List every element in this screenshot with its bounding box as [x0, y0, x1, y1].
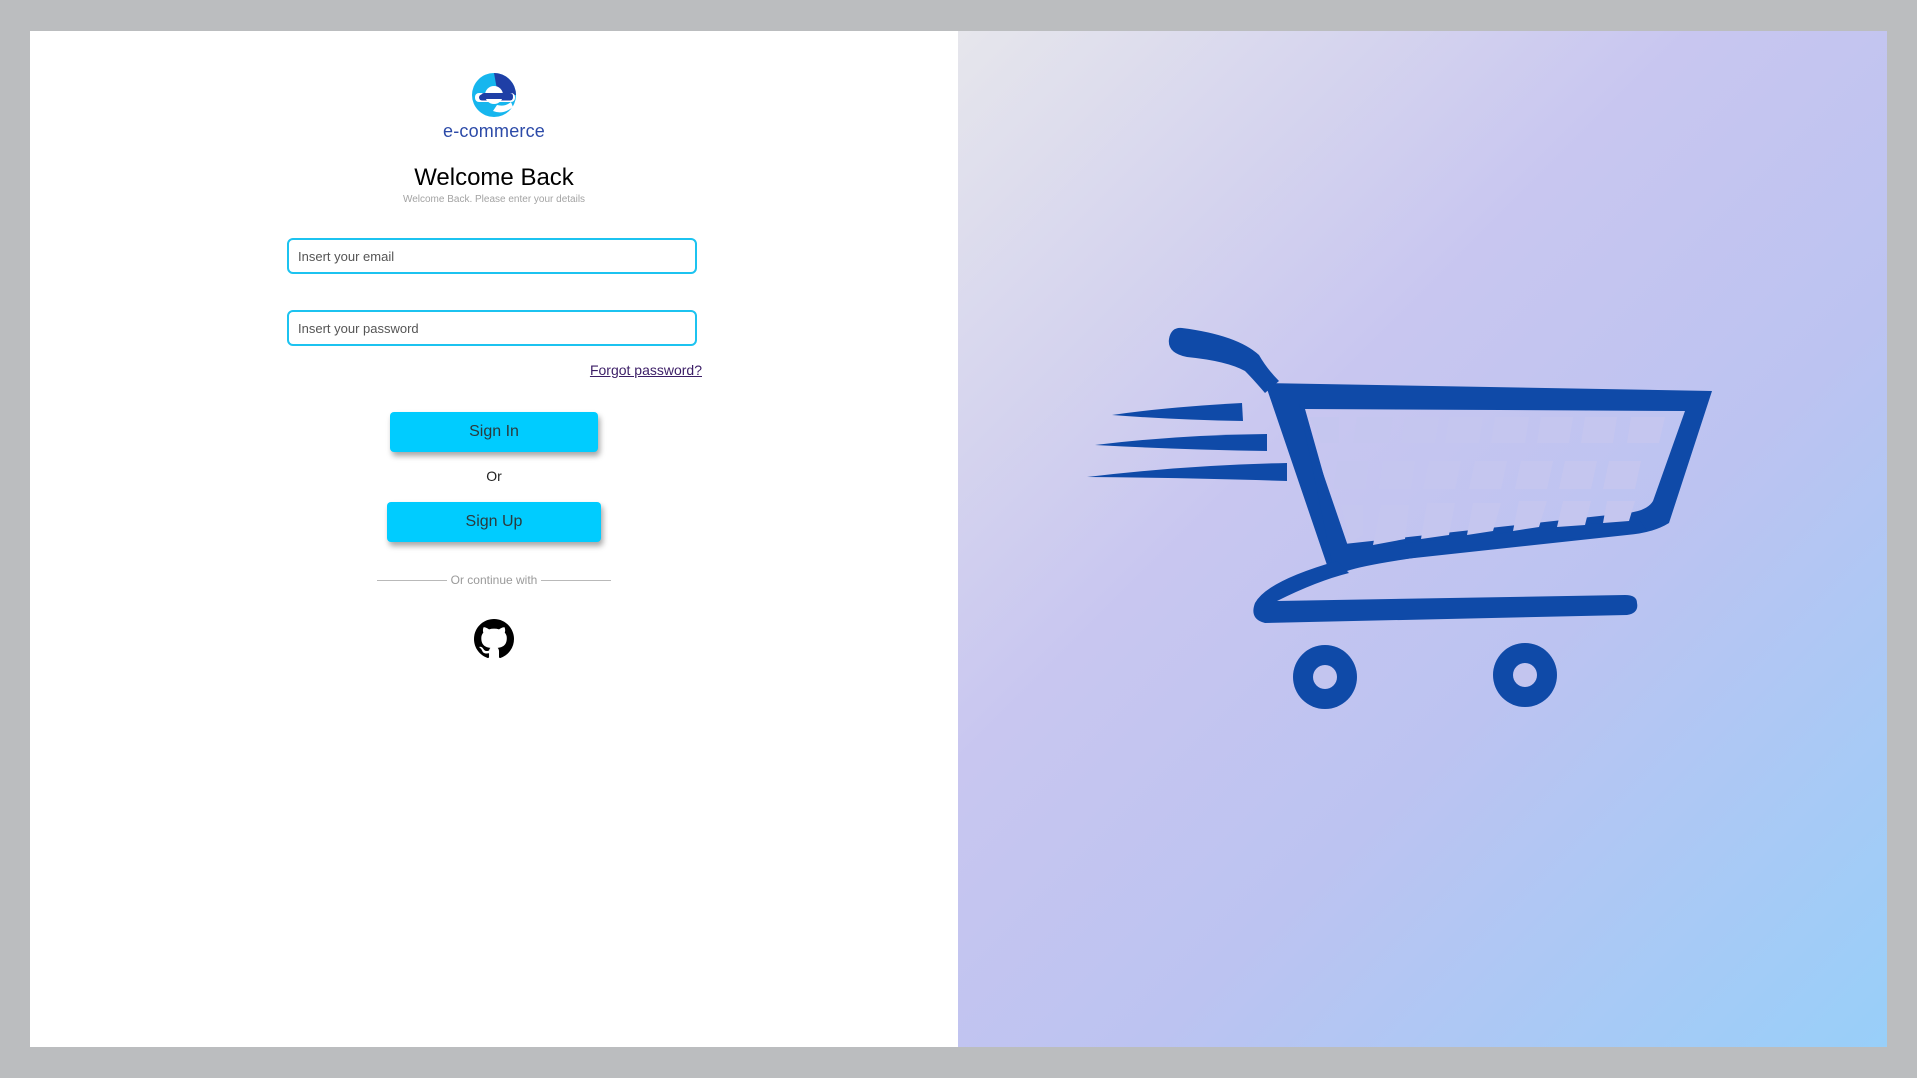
page-subtitle: Welcome Back. Please enter your details: [402, 194, 586, 205]
email-field[interactable]: [287, 238, 697, 274]
divider-line-left: [377, 579, 447, 581]
shopping-cart-icon: [1086, 327, 1712, 709]
e-letter-logo-icon: [472, 73, 516, 117]
or-separator: Or: [486, 468, 502, 484]
social-divider-label: Or continue with: [450, 573, 538, 587]
divider-line-right: [541, 579, 611, 581]
social-divider: Or continue with: [377, 573, 611, 587]
app-frame: e-commerce Welcome Back Welcome Back. Pl…: [30, 31, 1887, 1047]
sign-up-button[interactable]: Sign Up: [387, 502, 601, 542]
sign-in-button[interactable]: Sign In: [390, 412, 598, 452]
login-panel: e-commerce Welcome Back Welcome Back. Pl…: [30, 31, 958, 1047]
page-title: Welcome Back: [414, 164, 574, 191]
heading-block: Welcome Back Welcome Back. Please enter …: [30, 164, 958, 205]
brand-name: e-commerce: [442, 121, 546, 141]
forgot-password-link[interactable]: Forgot password?: [590, 362, 702, 378]
github-icon[interactable]: [474, 619, 514, 659]
password-field[interactable]: [287, 310, 697, 346]
brand-logo: e-commerce: [30, 71, 958, 142]
hero-panel: [958, 31, 1887, 1047]
